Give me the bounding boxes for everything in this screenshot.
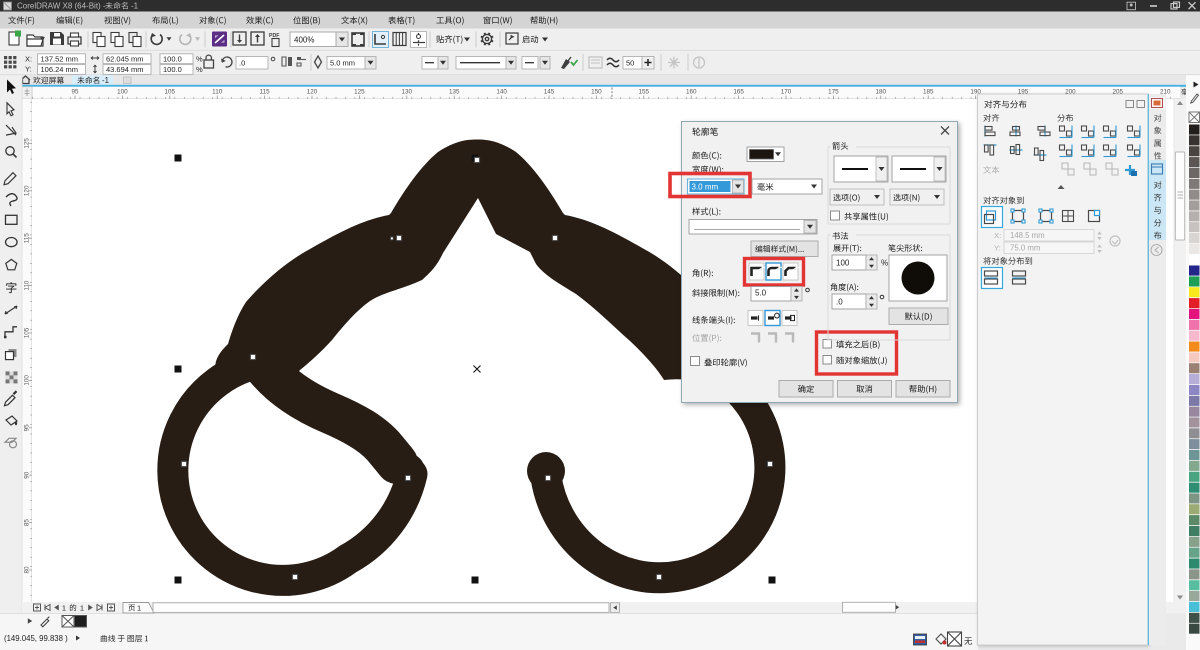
- svg-text:100.0: 100.0: [163, 65, 182, 74]
- svg-text:140: 140: [496, 89, 507, 96]
- svg-text:165: 165: [733, 89, 744, 96]
- svg-text:135: 135: [449, 89, 460, 96]
- svg-text:110: 110: [212, 89, 223, 96]
- svg-text:5.0 mm: 5.0 mm: [330, 59, 355, 68]
- svg-text:(149.045, 99.838 ): (149.045, 99.838 ): [4, 634, 68, 643]
- svg-text:.0: .0: [239, 59, 245, 68]
- svg-text:120: 120: [307, 89, 318, 96]
- svg-text:400%: 400%: [294, 36, 314, 45]
- svg-text:137.52 mm: 137.52 mm: [41, 55, 79, 64]
- svg-text:1: 1: [137, 603, 141, 612]
- svg-text:3.0 mm: 3.0 mm: [692, 183, 719, 192]
- svg-text:105: 105: [165, 89, 176, 96]
- svg-text:75.0 mm: 75.0 mm: [1010, 244, 1040, 253]
- svg-text:X:: X:: [25, 55, 32, 64]
- svg-text:62.045 mm: 62.045 mm: [106, 55, 144, 64]
- svg-text:160: 160: [686, 89, 697, 96]
- svg-text:148.5 mm: 148.5 mm: [1010, 231, 1045, 240]
- svg-text:CorelDRAW X8 (64-Bit) -: CorelDRAW X8 (64-Bit) -: [17, 2, 106, 11]
- svg-text:50: 50: [626, 59, 634, 68]
- svg-text:%: %: [881, 258, 888, 267]
- svg-text:Y:: Y:: [994, 244, 1001, 253]
- svg-text:100.0: 100.0: [163, 55, 182, 64]
- svg-text:1: 1: [80, 603, 84, 612]
- svg-text:170: 170: [781, 89, 792, 96]
- svg-text:-1: -1: [131, 2, 139, 11]
- svg-text:106.24 mm: 106.24 mm: [41, 65, 79, 74]
- svg-text:130: 130: [402, 89, 413, 96]
- svg-text:95: 95: [71, 89, 79, 96]
- svg-text:%: %: [196, 55, 203, 64]
- svg-text:43.694 mm: 43.694 mm: [106, 65, 144, 74]
- svg-text:-1: -1: [102, 76, 109, 85]
- svg-text:125: 125: [354, 89, 365, 96]
- svg-text:155: 155: [639, 89, 650, 96]
- svg-text:Y:: Y:: [25, 65, 32, 74]
- svg-text:180: 180: [876, 89, 887, 96]
- svg-text:185: 185: [923, 89, 934, 96]
- svg-text:100: 100: [117, 89, 128, 96]
- svg-text:145: 145: [544, 89, 555, 96]
- svg-text:100: 100: [836, 258, 850, 267]
- svg-text:115: 115: [260, 89, 271, 96]
- svg-text:X:: X:: [994, 231, 1001, 240]
- svg-text:175: 175: [828, 89, 839, 96]
- svg-text:150: 150: [591, 89, 602, 96]
- svg-text:1: 1: [62, 603, 66, 612]
- svg-text:%: %: [196, 65, 203, 74]
- svg-text:5.0: 5.0: [755, 289, 767, 298]
- svg-text:.0: .0: [836, 297, 843, 306]
